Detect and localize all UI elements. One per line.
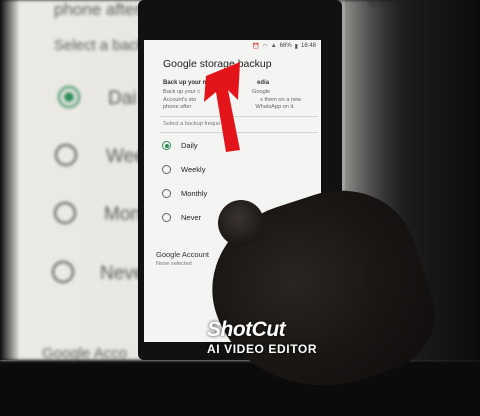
battery-percent: 68% [279, 43, 292, 49]
option-daily[interactable]: Daily [162, 141, 198, 150]
alarm-icon: ⏰ [251, 43, 260, 50]
desc-line-2-left: Account's sto [163, 96, 197, 103]
radio-weekly[interactable] [162, 165, 171, 174]
radio-daily[interactable] [162, 141, 171, 150]
option-weekly-label: Weekly [181, 165, 206, 174]
fingertip-overlay [218, 200, 264, 246]
option-monthly[interactable]: Monthly [162, 189, 207, 198]
desc-line-2-right: s them on a new [260, 96, 302, 103]
bg-radio-monthly [54, 202, 76, 224]
bg-account: Google Acco [42, 345, 128, 362]
radio-never[interactable] [162, 213, 171, 222]
bg-radio-daily [58, 86, 80, 108]
bg-shadow-left [0, 0, 20, 360]
status-bar: ⏰ ◠ ▲ 68% ▮ 16:48 [144, 40, 321, 52]
bg-option-monthly: Mon [104, 204, 141, 225]
bg-text-line2: Select a back [54, 37, 145, 54]
option-never-label: Never [181, 213, 202, 222]
watermark-subtitle: AI VIDEO EDITOR [207, 342, 318, 356]
desc-line-3-right: WhatsApp on it. [255, 104, 295, 110]
option-monthly-label: Monthly [181, 189, 208, 198]
bg-radio-weekly [55, 144, 77, 166]
desc-line-3-left: phone after [163, 104, 192, 110]
desc-line-1-right: Google [252, 89, 271, 95]
bg-text-line1: phone after [54, 0, 141, 19]
bg-radio-never [52, 261, 74, 283]
desc-line-1-left: Back up your c [163, 89, 200, 95]
radio-monthly[interactable] [162, 189, 171, 198]
clock: 16:48 [300, 43, 316, 49]
wifi-icon: ◠ [262, 43, 268, 50]
google-account-title[interactable]: Google Account [156, 250, 209, 259]
bg-option-daily: Dai [108, 88, 137, 109]
watermark-brand: ShotCut [207, 318, 286, 341]
battery-icon: ▮ [294, 43, 298, 50]
option-never[interactable]: Never [162, 213, 201, 222]
google-account-value: None selected [156, 261, 192, 267]
red-arrow-icon [204, 62, 240, 152]
signal-icon: ▲ [270, 43, 277, 49]
dialog-heading-tail: edia [257, 80, 270, 86]
option-weekly[interactable]: Weekly [162, 165, 205, 174]
